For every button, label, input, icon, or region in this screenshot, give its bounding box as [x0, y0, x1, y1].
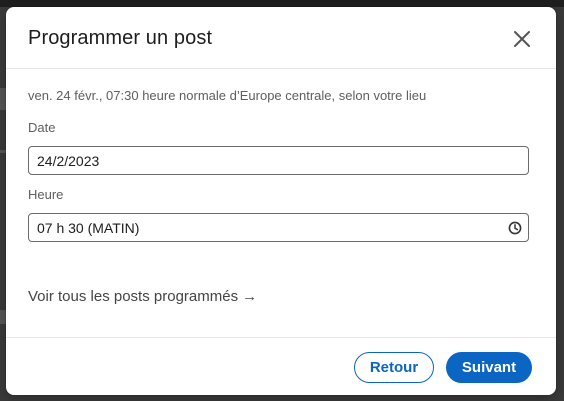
dialog-title: Programmer un post: [28, 27, 213, 49]
arrow-right-icon: →: [242, 288, 258, 305]
dialog-footer: Retour Suivant: [6, 337, 556, 395]
background-topbar: [0, 0, 564, 7]
date-label: Date: [28, 120, 56, 135]
next-button[interactable]: Suivant: [446, 352, 532, 383]
dialog-body: ven. 24 févr., 07:30 heure normale d’Eur…: [6, 69, 556, 337]
schedule-post-dialog: Programmer un post ven. 24 févr., 07:30 …: [6, 7, 556, 395]
date-input[interactable]: [37, 147, 497, 174]
dialog-header: Programmer un post: [6, 7, 556, 69]
clock-icon[interactable]: [508, 221, 522, 235]
time-input[interactable]: [37, 214, 497, 241]
date-field[interactable]: [28, 146, 529, 175]
time-label: Heure: [28, 187, 64, 202]
back-button[interactable]: Retour: [354, 352, 434, 383]
time-field[interactable]: [28, 213, 529, 242]
close-icon: [514, 31, 530, 47]
timezone-note: ven. 24 févr., 07:30 heure normale d’Eur…: [28, 88, 427, 103]
close-button[interactable]: [508, 25, 536, 53]
view-scheduled-posts-label: Voir tous les posts programmés: [28, 288, 239, 305]
view-scheduled-posts-link[interactable]: Voir tous les posts programmés →: [28, 288, 257, 305]
